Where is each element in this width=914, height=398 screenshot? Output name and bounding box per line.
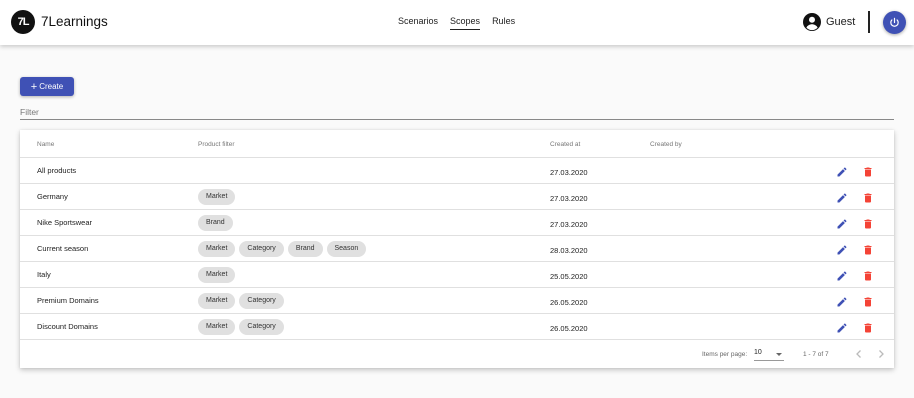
pencil-icon[interactable] [836, 218, 848, 230]
table-row[interactable]: Discount Domains Market Category 26.05.2020 [20, 314, 894, 340]
filter-chip: Market [198, 267, 236, 283]
filter-chip: Brand [287, 241, 323, 257]
plus-icon: + [30, 81, 38, 93]
product-filter-chips: Market [198, 189, 236, 205]
table-row[interactable]: Premium Domains Market Category 26.05.2020 [20, 288, 894, 314]
row-created-at: 27.03.2020 [550, 168, 588, 177]
pencil-icon[interactable] [836, 166, 848, 178]
main-nav: Scenarios Scopes Rules [398, 16, 515, 30]
nav-scenarios[interactable]: Scenarios [398, 16, 438, 30]
nav-scopes[interactable]: Scopes [450, 16, 481, 30]
chevron-right-icon[interactable] [876, 349, 886, 359]
create-button[interactable]: + Create [20, 77, 74, 96]
filter-chip: Category [239, 319, 284, 335]
row-created-at: 27.03.2020 [550, 220, 588, 229]
pencil-icon[interactable] [836, 192, 848, 204]
trash-icon[interactable] [862, 192, 874, 204]
product-filter-chips: Market Category [198, 293, 284, 309]
filter-chip: Category [239, 293, 284, 309]
caret-down-icon [776, 353, 782, 356]
pencil-icon[interactable] [836, 322, 848, 334]
filter-chip: Category [239, 241, 284, 257]
row-name: Italy [37, 270, 51, 279]
brand-logo[interactable]: 7L [11, 10, 35, 34]
chevron-left-icon[interactable] [854, 349, 864, 359]
scopes-table: Name Product filter Created at Created b… [20, 130, 894, 368]
table-row[interactable]: Nike Sportswear Brand 27.03.2020 [20, 210, 894, 236]
filter-chip: Market [198, 293, 236, 309]
trash-icon[interactable] [862, 166, 874, 178]
header-product-filter[interactable]: Product filter [198, 141, 235, 148]
product-filter-chips: Market [198, 267, 236, 283]
trash-icon[interactable] [862, 244, 874, 256]
table-row[interactable]: Germany Market 27.03.2020 [20, 184, 894, 210]
nav-rules[interactable]: Rules [492, 16, 515, 30]
page-range-label: 1 - 7 of 7 [803, 351, 829, 358]
row-created-at: 26.05.2020 [550, 298, 588, 307]
filter-chip: Season [326, 241, 367, 257]
page-size-select[interactable]: 10 [754, 349, 784, 361]
row-created-at: 26.05.2020 [550, 324, 588, 333]
filter-chip: Brand [198, 215, 233, 231]
row-name: Current season [37, 244, 89, 253]
table-row[interactable]: Current season Market Category Brand Season 2… [20, 236, 894, 262]
table-header: Name Product filter Created at Created b… [20, 130, 894, 158]
table-row[interactable]: All products 27.03.2020 [20, 158, 894, 184]
brand-name[interactable]: 7Learnings [41, 14, 108, 29]
account-circle-icon[interactable] [803, 13, 821, 31]
filter-input[interactable] [20, 104, 894, 120]
product-filter-chips: Market Category Brand Season [198, 241, 367, 257]
row-name: Germany [37, 192, 68, 201]
trash-icon[interactable] [862, 322, 874, 334]
trash-icon[interactable] [862, 296, 874, 308]
header-divider [868, 11, 870, 33]
create-button-label: Create [39, 82, 64, 91]
pencil-icon[interactable] [836, 244, 848, 256]
top-app-bar: 7L 7Learnings Scenarios Scopes Rules Gue… [0, 0, 914, 45]
user-name[interactable]: Guest [826, 16, 855, 28]
row-created-at: 27.03.2020 [550, 194, 588, 203]
row-name: All products [37, 166, 77, 175]
paginator: Items per page: 10 1 - 7 of 7 [20, 340, 894, 368]
row-name: Nike Sportswear [37, 218, 93, 227]
row-name: Premium Domains [37, 296, 99, 305]
product-filter-chips: Market Category [198, 319, 284, 335]
power-icon [890, 17, 899, 27]
filter-chip: Market [198, 319, 236, 335]
row-created-at: 25.05.2020 [550, 272, 588, 281]
table-row[interactable]: Italy Market 25.05.2020 [20, 262, 894, 288]
header-created-at[interactable]: Created at [550, 141, 580, 148]
header-created-by[interactable]: Created by [650, 141, 682, 148]
row-created-at: 28.03.2020 [550, 246, 588, 255]
product-filter-chips: Brand [198, 215, 233, 231]
row-name: Discount Domains [37, 322, 98, 331]
logout-button[interactable] [883, 11, 906, 34]
pencil-icon[interactable] [836, 296, 848, 308]
header-name[interactable]: Name [37, 141, 54, 148]
filter-chip: Market [198, 189, 236, 205]
items-per-page-label: Items per page: [702, 351, 748, 358]
trash-icon[interactable] [862, 218, 874, 230]
filter-chip: Market [198, 241, 236, 257]
pencil-icon[interactable] [836, 270, 848, 282]
page-size-value: 10 [754, 349, 762, 356]
trash-icon[interactable] [862, 270, 874, 282]
